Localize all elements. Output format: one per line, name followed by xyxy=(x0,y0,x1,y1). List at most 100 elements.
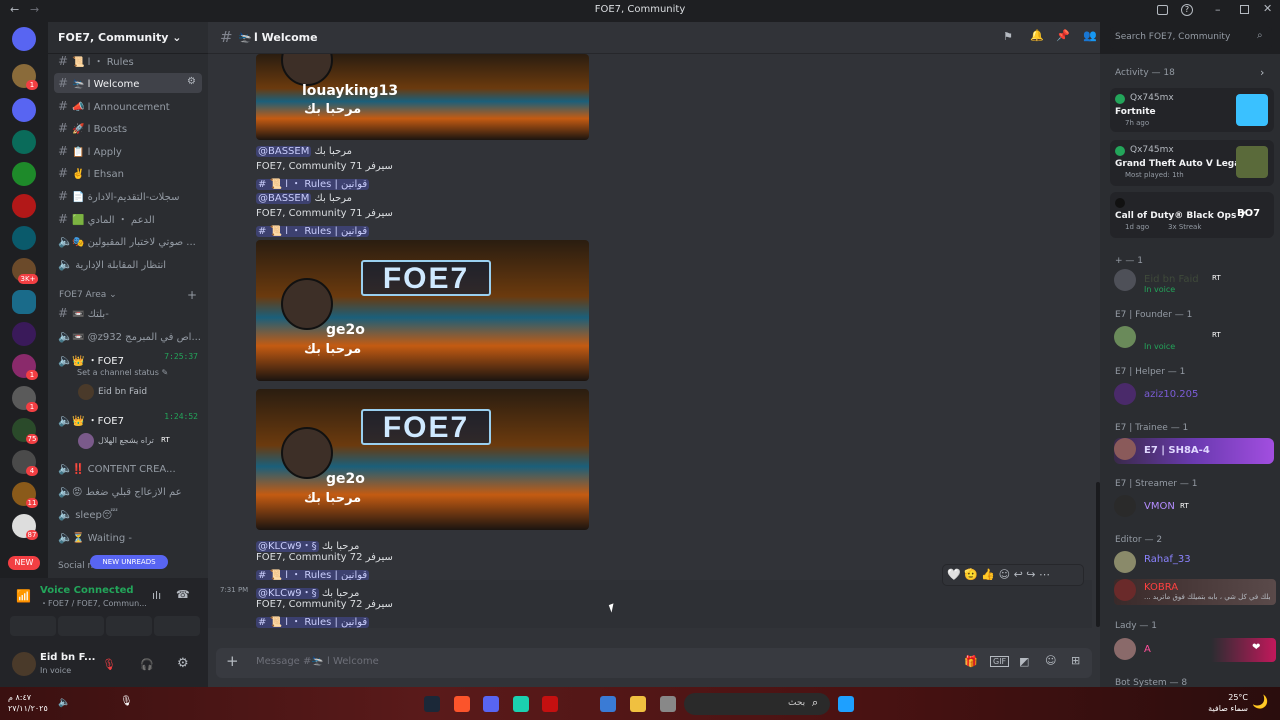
category-foe7-area[interactable]: FOE7 Area ⌄ xyxy=(59,290,117,300)
voice-channel-waiting[interactable]: 🔈⏳ Waiting - xyxy=(54,527,202,547)
member-row[interactable]: KOBRA... بلك في كل شي ، بابه بتميلك فوق … xyxy=(1114,579,1276,605)
voice-channel-test[interactable]: 🔈🎭 صوتي لاختبار المقبولين ... xyxy=(54,231,202,251)
voice-channel-foe7-2[interactable]: 🔈👑 ・FOE7 1:24:52 xyxy=(54,409,202,429)
apps-icon[interactable]: ⊞ xyxy=(1071,654,1080,667)
mention[interactable]: @BASSEM xyxy=(256,193,312,204)
channel-support[interactable]: # 🟩 الدعم ・ المادي xyxy=(54,208,202,228)
channel-welcome[interactable]: # 🛬 ا Welcome ⚙ xyxy=(54,73,202,93)
server-icon[interactable] xyxy=(12,194,36,218)
brave-taskbar-icon[interactable] xyxy=(454,696,470,712)
heart-reaction-icon[interactable]: 🤍 xyxy=(947,568,961,581)
emoji-icon[interactable]: ☺ xyxy=(1045,654,1056,667)
add-channel-icon[interactable]: + xyxy=(187,288,197,302)
threads-icon[interactable]: ⚑ xyxy=(1003,30,1013,43)
user-name[interactable]: Eid bn F... xyxy=(40,652,95,663)
sticker-icon[interactable]: ◩ xyxy=(1019,655,1029,668)
channel-announcement[interactable]: # 📣 ا Announcement xyxy=(54,96,202,116)
disconnect-icon[interactable]: ☎ xyxy=(176,588,190,601)
channel-status[interactable]: Set a channel status ✎ xyxy=(77,368,168,377)
gift-icon[interactable]: 🎁 xyxy=(964,655,978,668)
server-icon[interactable] xyxy=(12,98,36,122)
server-icon[interactable] xyxy=(12,226,36,250)
channel-link[interactable]: # 📜 ا ・ Rules | قوانين xyxy=(256,222,370,237)
voice-channel-sleep[interactable]: 🔈 sleep😴 xyxy=(54,504,202,524)
app-taskbar-icon[interactable] xyxy=(542,696,558,712)
channel-ehsan[interactable]: # ✌️ ا Ehsan xyxy=(54,163,202,183)
windows-start-icon[interactable] xyxy=(838,696,854,712)
volume-icon[interactable]: 🔈 xyxy=(58,697,70,708)
mic-icon[interactable]: 🎙 xyxy=(120,696,133,707)
member-row[interactable]: VMON RT xyxy=(1114,495,1276,519)
taskbar-search[interactable]: بحث ⌕ xyxy=(684,693,830,715)
help-icon[interactable]: ? xyxy=(1181,4,1193,16)
attach-plus-icon[interactable]: + xyxy=(226,652,239,670)
gif-icon[interactable]: GIF xyxy=(990,656,1010,667)
close-icon[interactable]: ✕ xyxy=(1263,2,1272,15)
gear-icon[interactable]: ⚙ xyxy=(187,76,196,87)
smile-reaction-icon[interactable]: 🫡 xyxy=(964,568,978,581)
activities-button[interactable] xyxy=(106,616,152,636)
weather[interactable]: 25°C سماء صافية xyxy=(1208,692,1248,714)
discord-home-icon[interactable] xyxy=(12,27,36,51)
deafen-icon[interactable]: 🎧 xyxy=(140,658,154,671)
task-view-icon[interactable] xyxy=(660,696,676,712)
channel-mention[interactable]: # 📜 ا ・ Rules | قوانين xyxy=(256,179,370,190)
pin-icon[interactable]: 📌 xyxy=(1056,29,1070,42)
chevron-right-icon[interactable]: › xyxy=(1260,66,1264,79)
channel-area-1[interactable]: # 📼 بلتك- xyxy=(54,303,202,323)
inbox-icon[interactable] xyxy=(1157,5,1168,15)
new-badge[interactable]: NEW xyxy=(8,556,40,570)
forward-icon[interactable]: ↪ xyxy=(1026,568,1035,581)
screen-share-button[interactable] xyxy=(58,616,104,636)
steam-taskbar-icon[interactable] xyxy=(424,696,440,712)
mention[interactable]: @KLCw9・§ xyxy=(256,588,319,599)
voice-channel-content[interactable]: 🔈‼️ CONTENT CREA... xyxy=(54,458,202,478)
member-row[interactable]: In voice RT xyxy=(1114,326,1276,351)
voice-channel-noise[interactable]: 🔈😡 عم الازعااج قبلي ضغط xyxy=(54,481,202,501)
voice-user-name[interactable]: Eid bn Faid xyxy=(98,387,147,397)
member-row[interactable]: A ❤ xyxy=(1114,638,1276,662)
notification-bell-icon[interactable]: 🔔 xyxy=(1030,29,1044,42)
voice-channel-interview[interactable]: 🔈 انتظار المقابلة الإدارية xyxy=(54,254,202,274)
activity-card[interactable]: Qx745mx Fortnite 7h ago xyxy=(1110,88,1274,132)
server-icon[interactable] xyxy=(12,290,36,314)
activity-card[interactable]: Qx745mx Grand Theft Auto V Legacy Most p… xyxy=(1110,140,1274,186)
new-unreads-pill[interactable]: NEW UNREADS xyxy=(90,555,168,569)
reply-icon[interactable]: ↩ xyxy=(1014,568,1023,581)
search-box[interactable]: Search FOE7, Community ⌕ xyxy=(1110,27,1272,49)
channel-mention[interactable]: # 📜 ا ・ Rules | قوانين xyxy=(256,617,370,628)
channel-link[interactable]: # 📜 ا ・ Rules | قوانين xyxy=(256,175,370,190)
clock[interactable]: ٨:٤٧ م ٢٧/١١/٢٠٢٥ xyxy=(8,692,48,714)
voice-location[interactable]: ・FOE7 / FOE7, Commun... xyxy=(40,598,147,609)
voice-user-name[interactable]: تراه يشجع الهلال xyxy=(98,436,154,445)
maximize-icon[interactable] xyxy=(1240,5,1249,14)
mention[interactable]: @KLCw9・§ xyxy=(256,541,319,552)
discord-taskbar-icon[interactable] xyxy=(483,696,499,712)
avatar[interactable] xyxy=(12,652,36,676)
member-row[interactable]: aziz10.205 xyxy=(1114,383,1276,407)
store-taskbar-icon[interactable] xyxy=(600,696,616,712)
avatar[interactable] xyxy=(78,384,94,400)
file-explorer-taskbar-icon[interactable] xyxy=(630,696,646,712)
member-row[interactable]: Rahaf_33 xyxy=(1114,551,1276,575)
mention[interactable]: @BASSEM xyxy=(256,146,312,157)
camera-button[interactable] xyxy=(10,616,56,636)
channel-apply-logs[interactable]: # 📄 سجلات-التقديم-الادارة xyxy=(54,186,202,206)
member-row[interactable]: Eid bn Faid In voice RT xyxy=(1114,269,1276,294)
noise-suppression-icon[interactable]: ılı xyxy=(152,589,161,602)
server-icon[interactable] xyxy=(12,130,36,154)
channel-link[interactable]: # 📜 ا ・ Rules | قوانين xyxy=(256,613,370,628)
channel-apply[interactable]: # 📋 ا Apply xyxy=(54,141,202,161)
channel-mention[interactable]: # 📜 ا ・ Rules | قوانين xyxy=(256,226,370,237)
thumbs-up-reaction-icon[interactable]: 👍 xyxy=(981,568,995,581)
minimize-icon[interactable]: – xyxy=(1215,3,1221,16)
channel-link[interactable]: # 📜 ا ・ Rules | قوانين xyxy=(256,566,370,581)
activity-card[interactable]: Call of Duty® Black Ops 7 1d ago 3x Stre… xyxy=(1110,192,1274,238)
member-list-icon[interactable]: 👥 xyxy=(1083,29,1097,42)
mute-icon[interactable]: 🎙 xyxy=(102,658,116,671)
channel-boosts[interactable]: # 🚀 ا Boosts xyxy=(54,118,202,138)
avatar[interactable] xyxy=(78,433,94,449)
settings-icon[interactable]: ⚙ xyxy=(177,656,189,671)
server-icon[interactable] xyxy=(12,162,36,186)
more-icon[interactable]: ⋯ xyxy=(1039,568,1050,581)
